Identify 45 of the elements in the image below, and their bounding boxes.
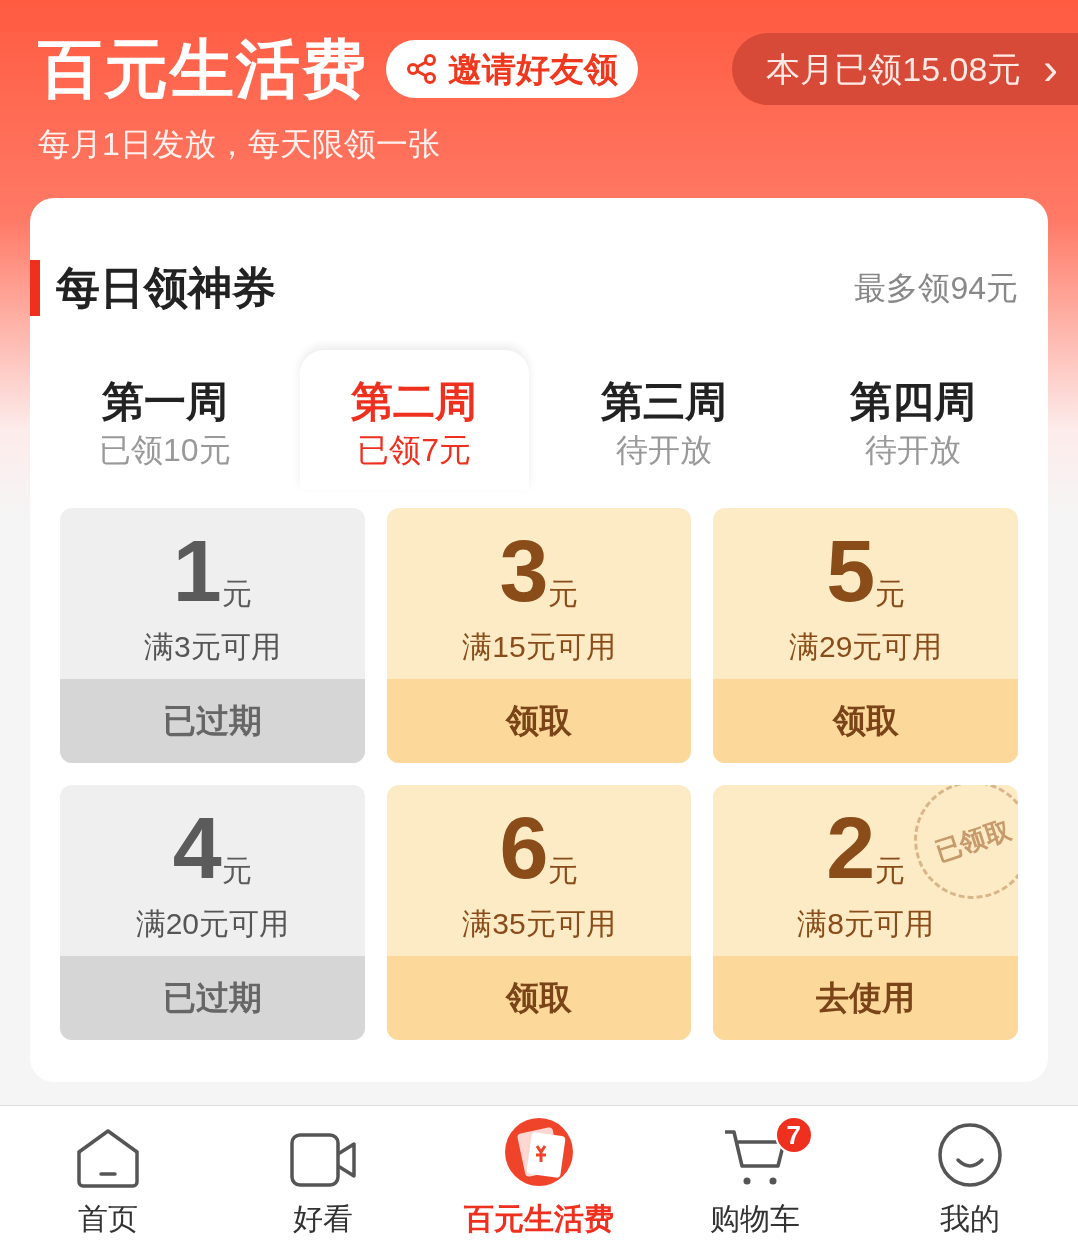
- coupon-condition: 满29元可用: [788, 629, 943, 665]
- week-tab[interactable]: 第一周 已领10元: [50, 350, 280, 490]
- section-accent-bar: [30, 260, 40, 316]
- nav-tab[interactable]: 首页: [0, 1106, 216, 1259]
- coupon-unit: 元: [221, 576, 252, 612]
- coupon-amount: 2: [826, 803, 876, 893]
- coupon-unit: 元: [548, 853, 579, 889]
- invite-friends-button[interactable]: 邀请好友领: [386, 40, 638, 98]
- coupon-amount: 5: [826, 526, 876, 616]
- coupon-condition: 满20元可用: [135, 906, 289, 942]
- coupon-condition: 满35元可用: [462, 906, 616, 942]
- smiley-face-icon: [937, 1122, 1004, 1188]
- page-subtitle: 每月1日发放，每天限领一张: [38, 125, 441, 164]
- cart-count-badge: 7: [774, 1116, 813, 1154]
- coupon-action-button[interactable]: 领取: [386, 679, 692, 763]
- coupon-action-button[interactable]: 领取: [713, 679, 1018, 763]
- coupon-action-button[interactable]: 领取: [386, 956, 692, 1040]
- coupon-amount: 6: [499, 803, 549, 893]
- week-tab[interactable]: 第四周 待开放: [798, 350, 1028, 490]
- nav-tab[interactable]: 我的: [862, 1106, 1078, 1259]
- share-icon: [406, 53, 438, 85]
- coupon-action-button[interactable]: 已过期: [60, 679, 365, 763]
- nav-tab[interactable]: 好看: [215, 1106, 432, 1259]
- coupon-unit: 元: [548, 576, 579, 612]
- video-camera-icon: [289, 1132, 358, 1188]
- coupon-condition: 满8元可用: [797, 906, 934, 942]
- coupon-unit: 元: [221, 854, 252, 889]
- coupon-amount: 3: [499, 526, 549, 616]
- home-icon: [74, 1128, 141, 1188]
- max-claim-note: 最多领94元: [854, 269, 1018, 308]
- monthly-claimed-button[interactable]: 本月已领15.08元 ›: [732, 33, 1078, 105]
- nav-tab[interactable]: 购物车 7: [646, 1106, 863, 1259]
- nav-tab[interactable]: 百元生活费: [431, 1106, 647, 1259]
- coupon-action-button[interactable]: 已过期: [60, 956, 365, 1040]
- coupon-action-button[interactable]: 去使用: [713, 956, 1018, 1040]
- coupon-condition: 满15元可用: [462, 629, 616, 665]
- coupon-unit: 元: [875, 576, 906, 612]
- coupon-amount: 4: [172, 803, 222, 893]
- coupon-unit: 元: [875, 853, 906, 889]
- section-title: 每日领神券: [56, 262, 276, 314]
- week-tab[interactable]: 第三周 待开放: [549, 350, 779, 490]
- week-tab[interactable]: 第二周 已领7元: [299, 350, 529, 490]
- coupon-amount: 1: [172, 526, 222, 616]
- page-title: 百元生活费: [38, 32, 368, 107]
- coupon-condition: 满3元可用: [144, 629, 281, 665]
